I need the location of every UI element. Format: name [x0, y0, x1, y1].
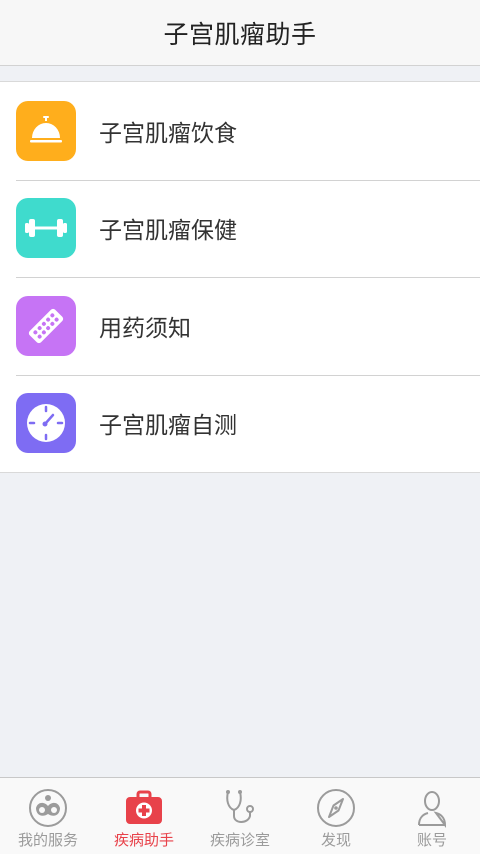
tab-clinic[interactable]: 疾病诊室: [192, 778, 288, 854]
tab-label: 疾病诊室: [209, 831, 270, 849]
dumbbell-icon: [16, 198, 76, 259]
gauge-icon: [16, 393, 76, 454]
menu-item-self-test[interactable]: 子宫肌瘤自测: [0, 374, 480, 473]
menu-list: 子宫肌瘤饮食 子宫肌瘤保健 用药须知 子宫肌瘤自测: [0, 81, 480, 473]
tab-disease-assistant[interactable]: 疾病助手: [96, 778, 192, 854]
menu-item-medication[interactable]: 用药须知: [0, 277, 480, 375]
stethoscope-icon: [226, 790, 254, 823]
pill-icon: [16, 295, 76, 356]
tab-label: 疾病助手: [113, 831, 174, 849]
tab-bar: 我的服务 疾病助手 疾病诊室 发现 账号: [0, 777, 480, 854]
menu-item-label: 子宫肌瘤自测: [99, 413, 237, 440]
menu-item-diet[interactable]: 子宫肌瘤饮食: [0, 82, 480, 180]
tab-discover[interactable]: 发现: [288, 778, 384, 854]
medical-kit-icon: [126, 790, 162, 824]
tab-account[interactable]: 账号: [384, 778, 480, 854]
family-icon: [29, 789, 67, 827]
navigation-bar: 子宫肌瘤助手: [0, 0, 480, 66]
tab-my-services[interactable]: 我的服务: [0, 778, 96, 854]
menu-item-label: 子宫肌瘤保健: [99, 218, 237, 245]
menu-item-health-care[interactable]: 子宫肌瘤保健: [0, 179, 480, 278]
page-title: 子宫肌瘤助手: [163, 19, 317, 49]
compass-icon: [317, 789, 355, 827]
menu-item-label: 用药须知: [99, 315, 191, 342]
tab-label: 发现: [320, 831, 351, 849]
menu-item-label: 子宫肌瘤饮食: [99, 120, 237, 147]
tab-label: 我的服务: [17, 831, 78, 849]
user-icon: [418, 791, 447, 828]
tab-label: 账号: [416, 831, 447, 849]
service-bell-icon: [16, 100, 76, 161]
